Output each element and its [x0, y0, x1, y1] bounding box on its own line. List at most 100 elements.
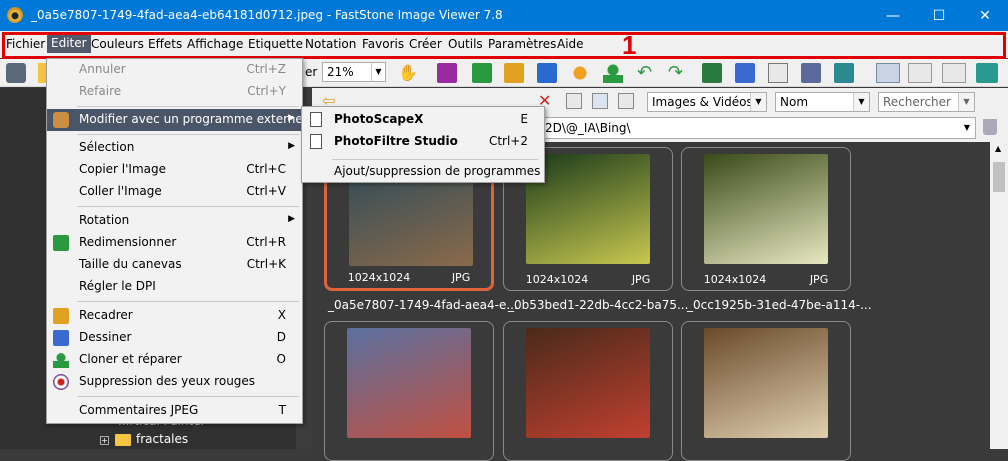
path-value: 2D\@_IA\Bing\	[545, 121, 631, 135]
flip-icon[interactable]	[702, 63, 722, 83]
thumbnail-meta: 1024x1024 JPG	[327, 271, 491, 284]
image-type: JPG	[631, 273, 651, 286]
thumbnail-card[interactable]	[324, 321, 494, 461]
menu-item-refaire[interactable]: Refaire Ctrl+Y	[47, 81, 302, 103]
rotate-left-icon[interactable]: ↶	[637, 63, 657, 83]
thumbnail-image[interactable]	[526, 328, 650, 438]
image-type: JPG	[809, 273, 829, 286]
thumbnail-meta: 1024x1024 JPG	[682, 273, 850, 286]
image-size: 1024x1024	[525, 273, 589, 286]
scrollbar-thumb[interactable]	[993, 162, 1005, 192]
recycle-bin-icon[interactable]	[983, 119, 997, 135]
menu-item-regler-dpi[interactable]: Régler le DPI	[47, 276, 302, 298]
thumbnail-filename: _0cc1925b-31ed-47be-a114-...	[687, 298, 872, 312]
fit-screen-icon[interactable]	[976, 63, 998, 83]
rotate-right-icon[interactable]: ↷	[668, 63, 688, 83]
minimize-button[interactable]: —	[870, 0, 916, 31]
grid-icon[interactable]	[566, 93, 582, 109]
submenu-item-photoscapex[interactable]: PhotoScapeX E	[302, 109, 544, 131]
zoom-value: 21%	[327, 65, 354, 79]
menu-item-recadrer[interactable]: Recadrer X	[47, 305, 302, 327]
menu-item-commentaires-jpeg[interactable]: Commentaires JPEG T	[47, 400, 302, 422]
submenu-item-label: PhotoFiltre Studio	[334, 134, 458, 148]
menu-item-annuler[interactable]: Annuler Ctrl+Z	[47, 59, 302, 81]
window-title: _0a5e7807-1749-4fad-aea4-eb64181d0712.jp…	[31, 8, 503, 22]
menu-item-label: Refaire	[79, 84, 122, 98]
thumbnail-card[interactable]: 1024x1024 JPG	[681, 147, 851, 291]
scroll-up-icon[interactable]: ▲	[995, 144, 1001, 153]
menu-separator	[77, 134, 299, 135]
clone-icon	[53, 352, 69, 368]
thumbnail-scrollbar[interactable]: ▲	[990, 142, 1008, 449]
thumbnail-card[interactable]	[681, 321, 851, 461]
menu-item-modifier-externe[interactable]: Modifier avec un programme externe ▶	[47, 109, 303, 131]
sort-select[interactable]: Nom ▼	[775, 92, 870, 112]
list-icon[interactable]	[618, 93, 634, 109]
menu-item-yeux-rouges[interactable]: Suppression des yeux rouges	[47, 371, 302, 393]
color-balance-icon[interactable]	[537, 63, 557, 83]
draw-icon	[53, 330, 69, 346]
title-bar: _0a5e7807-1749-4fad-aea4-eb64181d0712.jp…	[0, 0, 1008, 31]
compare-icon[interactable]	[768, 63, 788, 83]
menu-item-selection[interactable]: Sélection ▶	[47, 137, 302, 159]
submenu-arrow-icon: ▶	[288, 141, 295, 151]
menu-item-cloner[interactable]: Cloner et réparer O	[47, 349, 302, 371]
list-view-icon[interactable]	[908, 63, 932, 83]
path-input[interactable]: 2D\@_IA\Bing\ ▼	[540, 117, 976, 139]
menu-separator	[77, 106, 299, 107]
app-icon[interactable]	[7, 7, 23, 23]
edit-menu: Annuler Ctrl+Z Refaire Ctrl+Y Modifier ave…	[46, 58, 303, 424]
crop-tool-icon[interactable]	[504, 63, 524, 83]
thumbnail-image[interactable]	[704, 154, 828, 264]
filter-select[interactable]: Images & Vidéos ▼	[647, 92, 767, 112]
fullscreen-icon[interactable]	[735, 63, 755, 83]
menu-item-label: Coller l'Image	[79, 184, 162, 198]
maximize-button[interactable]: ☐	[916, 0, 962, 31]
print-icon[interactable]	[801, 63, 821, 83]
menu-item-rotation[interactable]: Rotation ▶	[47, 210, 302, 232]
thumbnail-card[interactable]	[503, 321, 673, 461]
camera-icon[interactable]	[6, 63, 26, 83]
external-program-submenu: PhotoScapeX E PhotoFiltre Studio Ctrl+2 Aj…	[301, 106, 545, 183]
thumbnail-image[interactable]	[704, 328, 828, 438]
folder-icon[interactable]	[38, 63, 46, 83]
chevron-down-icon: ▼	[750, 93, 766, 111]
hand-icon[interactable]: ✋	[398, 63, 418, 83]
menu-item-copier[interactable]: Copier l'Image Ctrl+C	[47, 159, 302, 181]
zoom-select[interactable]: 21% ▼	[322, 62, 386, 82]
zoom-label: er	[305, 65, 318, 79]
submenu-item-shortcut: Ctrl+2	[488, 134, 528, 148]
resize-icon	[53, 235, 69, 251]
slideshow-icon[interactable]	[437, 63, 457, 83]
submenu-item-ajout-suppression[interactable]: Ajout/suppression de programmes	[302, 161, 544, 183]
thumbnail-view-icon[interactable]	[876, 63, 900, 83]
menu-item-label: Régler le DPI	[79, 279, 156, 293]
menu-item-coller[interactable]: Coller l'Image Ctrl+V	[47, 181, 302, 203]
tree-item-fractales[interactable]: + fractales	[100, 432, 188, 446]
search-input[interactable]: Rechercher ▼	[878, 92, 975, 112]
submenu-arrow-icon: ▶	[288, 113, 295, 123]
menu-separator	[77, 396, 299, 397]
menu-item-redimensionner[interactable]: Redimensionner Ctrl+R	[47, 232, 302, 254]
menu-item-shortcut: Ctrl+V	[246, 184, 286, 198]
thumbnail-image[interactable]	[347, 328, 471, 438]
user-icon[interactable]	[603, 63, 623, 83]
batch-icon[interactable]	[834, 63, 854, 83]
menu-item-dessiner[interactable]: Dessiner D	[47, 327, 302, 349]
expand-icon[interactable]: +	[100, 436, 109, 445]
sun-icon[interactable]	[570, 63, 590, 83]
preview-view-icon[interactable]	[942, 63, 966, 83]
thumbnail-meta: 1024x1024 JPG	[504, 273, 672, 286]
menu-item-taille-canevas[interactable]: Taille du canevas Ctrl+K	[47, 254, 302, 276]
details-icon[interactable]	[592, 93, 608, 109]
menu-item-shortcut: Ctrl+Z	[246, 62, 286, 76]
resize-tool-icon[interactable]	[472, 63, 492, 83]
close-button[interactable]: ✕	[962, 0, 1008, 31]
menu-item-shortcut: D	[276, 330, 286, 344]
menu-item-shortcut: Ctrl+Y	[247, 84, 286, 98]
sort-value: Nom	[780, 95, 809, 109]
menu-item-label: Suppression des yeux rouges	[79, 374, 256, 388]
submenu-item-photofiltre[interactable]: PhotoFiltre Studio Ctrl+2	[302, 131, 544, 153]
submenu-item-label: PhotoScapeX	[334, 112, 424, 126]
menu-item-label: Annuler	[79, 62, 126, 76]
